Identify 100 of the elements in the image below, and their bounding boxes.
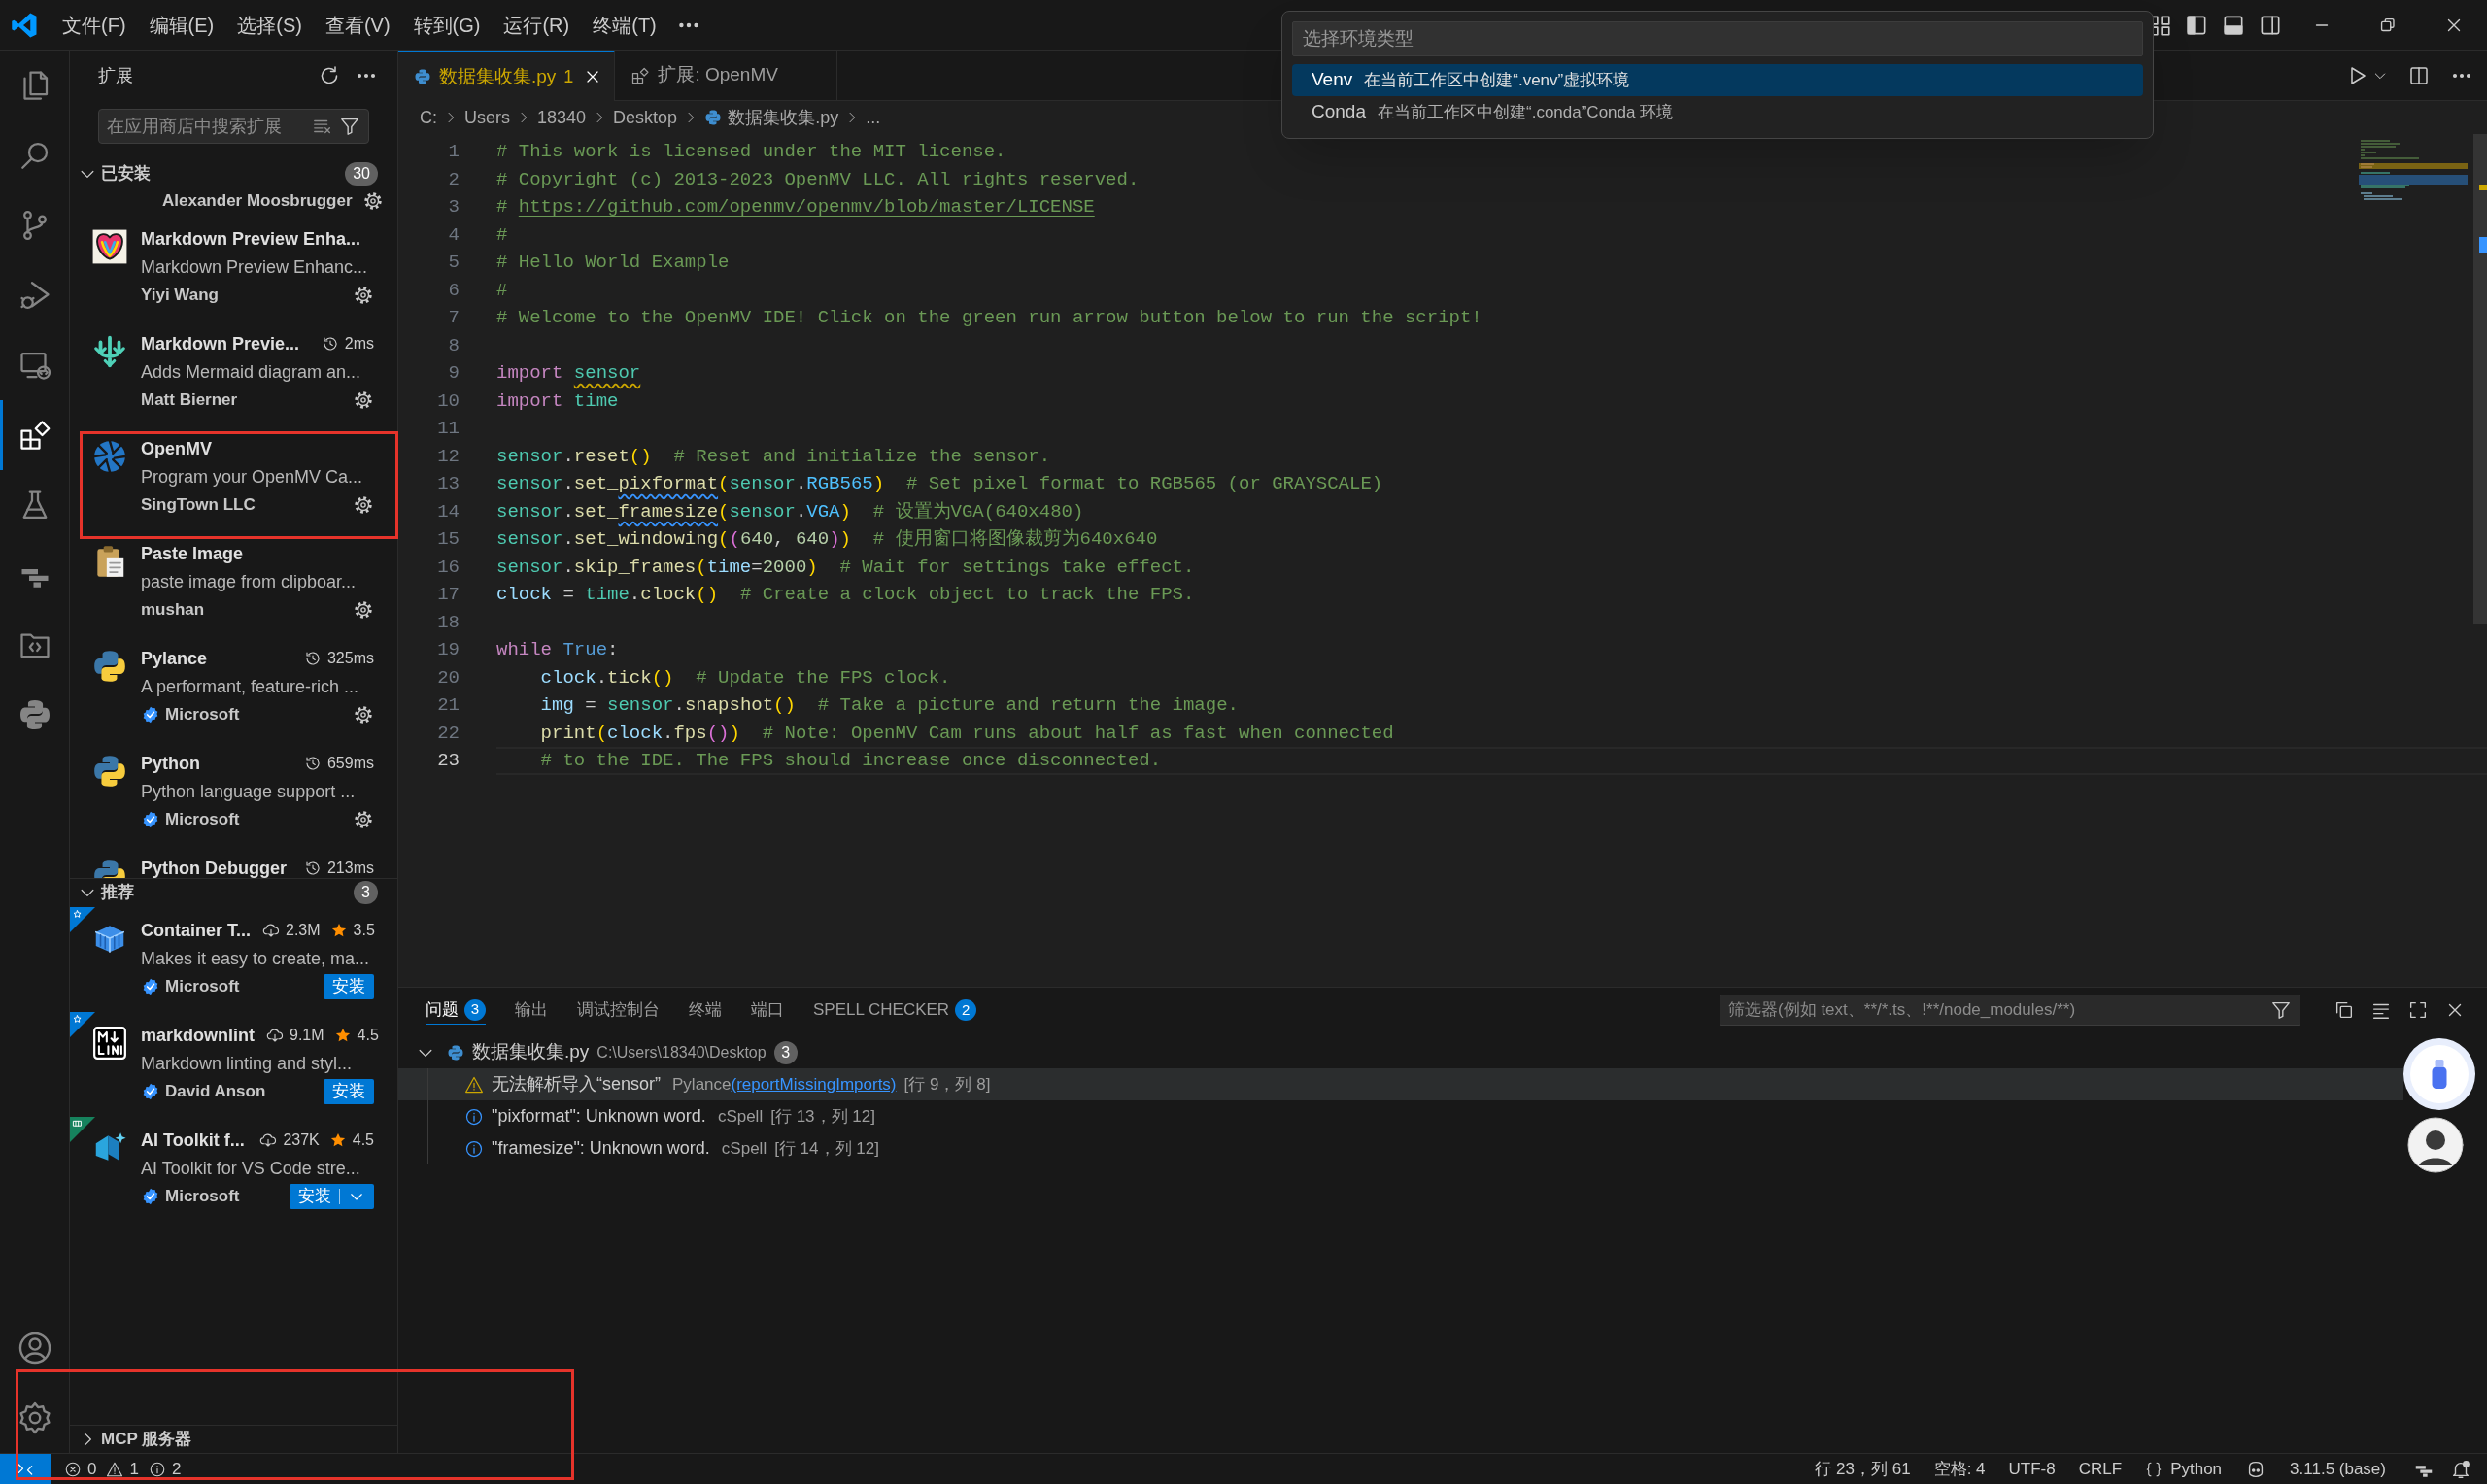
quick-pick-item[interactable]: Conda 在当前工作区中创建“.conda”Conda 环境 [1292, 96, 2143, 128]
rating: 4.5 [352, 1130, 374, 1150]
extension-description: Program your OpenMV Ca... [141, 465, 363, 489]
extension-name[interactable]: Pylance [141, 645, 208, 672]
maximize-icon[interactable] [2407, 999, 2429, 1021]
code-link[interactable]: https://github.com/openmv/openmv/blob/master/LICENSE [518, 196, 1095, 218]
filter-icon[interactable] [2270, 999, 2292, 1021]
breadcrumb-item[interactable]: C: [420, 104, 437, 131]
language-mode[interactable]: Python [2133, 1456, 2234, 1482]
filter-icon[interactable] [339, 116, 360, 137]
copy-icon[interactable] [2334, 999, 2355, 1021]
line-number: 10 [436, 388, 460, 414]
extension-name[interactable]: Markdown Preview Enha... [141, 225, 361, 253]
code-line: # This work is licensed under the MIT license. [496, 140, 1006, 164]
cursor-position[interactable]: 行 23，列 61 [1803, 1456, 1923, 1482]
search-field[interactable]: 在应用商店中搜索扩展 [98, 109, 369, 144]
section-header[interactable]: MCP 服务器 [101, 1427, 192, 1452]
install-button[interactable]: 安装 [324, 1079, 374, 1104]
line-number: 16 [436, 555, 460, 580]
line-number: 21 [436, 693, 460, 718]
problem-row[interactable]: 无法解析导入“sensor” Pylance(reportMissingImports) [行 9，列 8] [398, 1068, 2403, 1100]
quick-pick-input[interactable]: 选择环境类型 [1292, 21, 2143, 56]
breadcrumb-item[interactable]: Users [464, 104, 510, 131]
problems-summary[interactable]: 0 1 2 [62, 1456, 184, 1482]
panel-tab[interactable]: 问题 3 [426, 995, 486, 1025]
avatar-icon[interactable] [2407, 1117, 2464, 1173]
history-icon [303, 650, 322, 667]
menu-item[interactable]: 选择(S) [225, 10, 314, 40]
menu-item[interactable]: 终端(T) [581, 10, 668, 40]
gear-icon[interactable] [353, 494, 374, 516]
problem-message: "pixformat": Unknown word. [492, 1105, 706, 1128]
problem-row[interactable]: "framesize": Unknown word. cSpell [行 14，列 12] [398, 1132, 2403, 1164]
breadcrumb-item[interactable]: 18340 [537, 104, 587, 131]
gear-icon[interactable] [353, 599, 374, 621]
extension-name[interactable]: markdownlint [141, 1022, 255, 1049]
extension-name[interactable]: Python [141, 750, 200, 777]
gear-icon[interactable] [353, 809, 374, 830]
scrollbar-thumb[interactable] [2473, 134, 2487, 624]
indentation[interactable]: 空格: 4 [1922, 1456, 1997, 1482]
gear-icon[interactable] [353, 389, 374, 411]
code-line: while True: [496, 638, 619, 662]
panel-tab[interactable]: 输出 [515, 995, 548, 1025]
menu-item[interactable]: 编辑(E) [137, 10, 226, 40]
file-name[interactable]: 数据集收集.py [472, 1038, 590, 1066]
menu-item[interactable]: 查看(V) [313, 10, 402, 40]
code-line: clock.tick() # Update the FPS clock. [539, 665, 951, 691]
bell-icon[interactable] [2450, 1458, 2471, 1480]
extension-name[interactable]: OpenMV [141, 435, 212, 462]
activation-time: 213ms [326, 859, 374, 878]
extension-publisher: Yiyi Wang [141, 285, 219, 307]
breadcrumb-item[interactable]: ... [866, 104, 881, 131]
panel-tab[interactable]: 终端 [689, 995, 722, 1025]
quick-pick-item[interactable]: Venv 在当前工作区中创建“.venv”虚拟环境 [1292, 64, 2143, 96]
star-icon [328, 1131, 347, 1149]
breadcrumb-item[interactable]: 数据集收集.py [728, 104, 839, 131]
line-ending[interactable]: CRLF [2066, 1456, 2134, 1482]
aperture-icon [91, 438, 128, 475]
panel-tab[interactable]: 调试控制台 [577, 995, 660, 1025]
gear-icon[interactable] [353, 285, 374, 306]
editor-tab[interactable]: 数据集收集.py 1 [398, 51, 616, 101]
settings-icon[interactable] [17, 1400, 53, 1436]
menu-item[interactable]: 运行(R) [492, 10, 582, 40]
extension-name[interactable]: Python Debugger [141, 855, 287, 878]
breadcrumb-item[interactable]: Desktop [613, 104, 678, 131]
panel-tab[interactable]: SPELL CHECKER 2 [813, 995, 977, 1025]
menu-item[interactable]: 文件(F) [51, 10, 138, 40]
extension-name[interactable]: Container T... [141, 917, 251, 944]
sidebar-title: 扩展 [98, 64, 133, 87]
activation-time: 659ms [326, 754, 374, 773]
extension-name[interactable]: Paste Image [141, 540, 244, 567]
line-number: 7 [447, 306, 460, 330]
warning-icon [106, 1460, 124, 1478]
code-line: sensor.set_pixformat(sensor.RGB565) # Set pixel format to RGB565 (or GRAYSCALE) [496, 472, 1383, 496]
extension-publisher: Microsoft [165, 809, 240, 831]
info-icon [464, 1106, 484, 1127]
download-count: 9.1M [290, 1026, 324, 1045]
gear-icon[interactable] [361, 190, 384, 212]
extensions-icon [17, 418, 52, 453]
problem-source: cSpell [717, 1105, 764, 1128]
rule-link[interactable]: (reportMissingImports) [731, 1071, 897, 1097]
gear-icon[interactable] [353, 704, 374, 725]
account-icon[interactable] [17, 1330, 53, 1366]
python-interpreter[interactable]: 3.11.5 (base) [2278, 1456, 2398, 1482]
line-number: 18 [436, 610, 460, 635]
problem-row[interactable]: "pixformat": Unknown word. cSpell [行 13，列 12] [398, 1100, 2403, 1132]
line-number: 6 [447, 278, 460, 303]
section-header[interactable]: 已安装 [101, 161, 151, 186]
menu-item[interactable]: 转到(G) [401, 10, 493, 40]
python-logo-icon [91, 753, 128, 790]
install-button[interactable]: 安装 [324, 974, 374, 999]
extension-name[interactable]: Markdown Previe... [141, 330, 300, 357]
install-button[interactable]: 安装 [290, 1184, 374, 1209]
line-number: 19 [436, 638, 460, 662]
encoding[interactable]: UTF-8 [1996, 1456, 2067, 1482]
filter-field[interactable]: 筛选器(例如 text、**/*.ts、!**/node_modules/**) [1720, 995, 2300, 1026]
extension-description: Adds Mermaid diagram an... [141, 360, 361, 384]
problem-source: Pylance [672, 1073, 732, 1096]
panel-tab[interactable]: 端口 [751, 995, 784, 1025]
section-header[interactable]: 推荐 [101, 880, 134, 905]
extension-name[interactable]: AI Toolkit f... [141, 1127, 245, 1154]
